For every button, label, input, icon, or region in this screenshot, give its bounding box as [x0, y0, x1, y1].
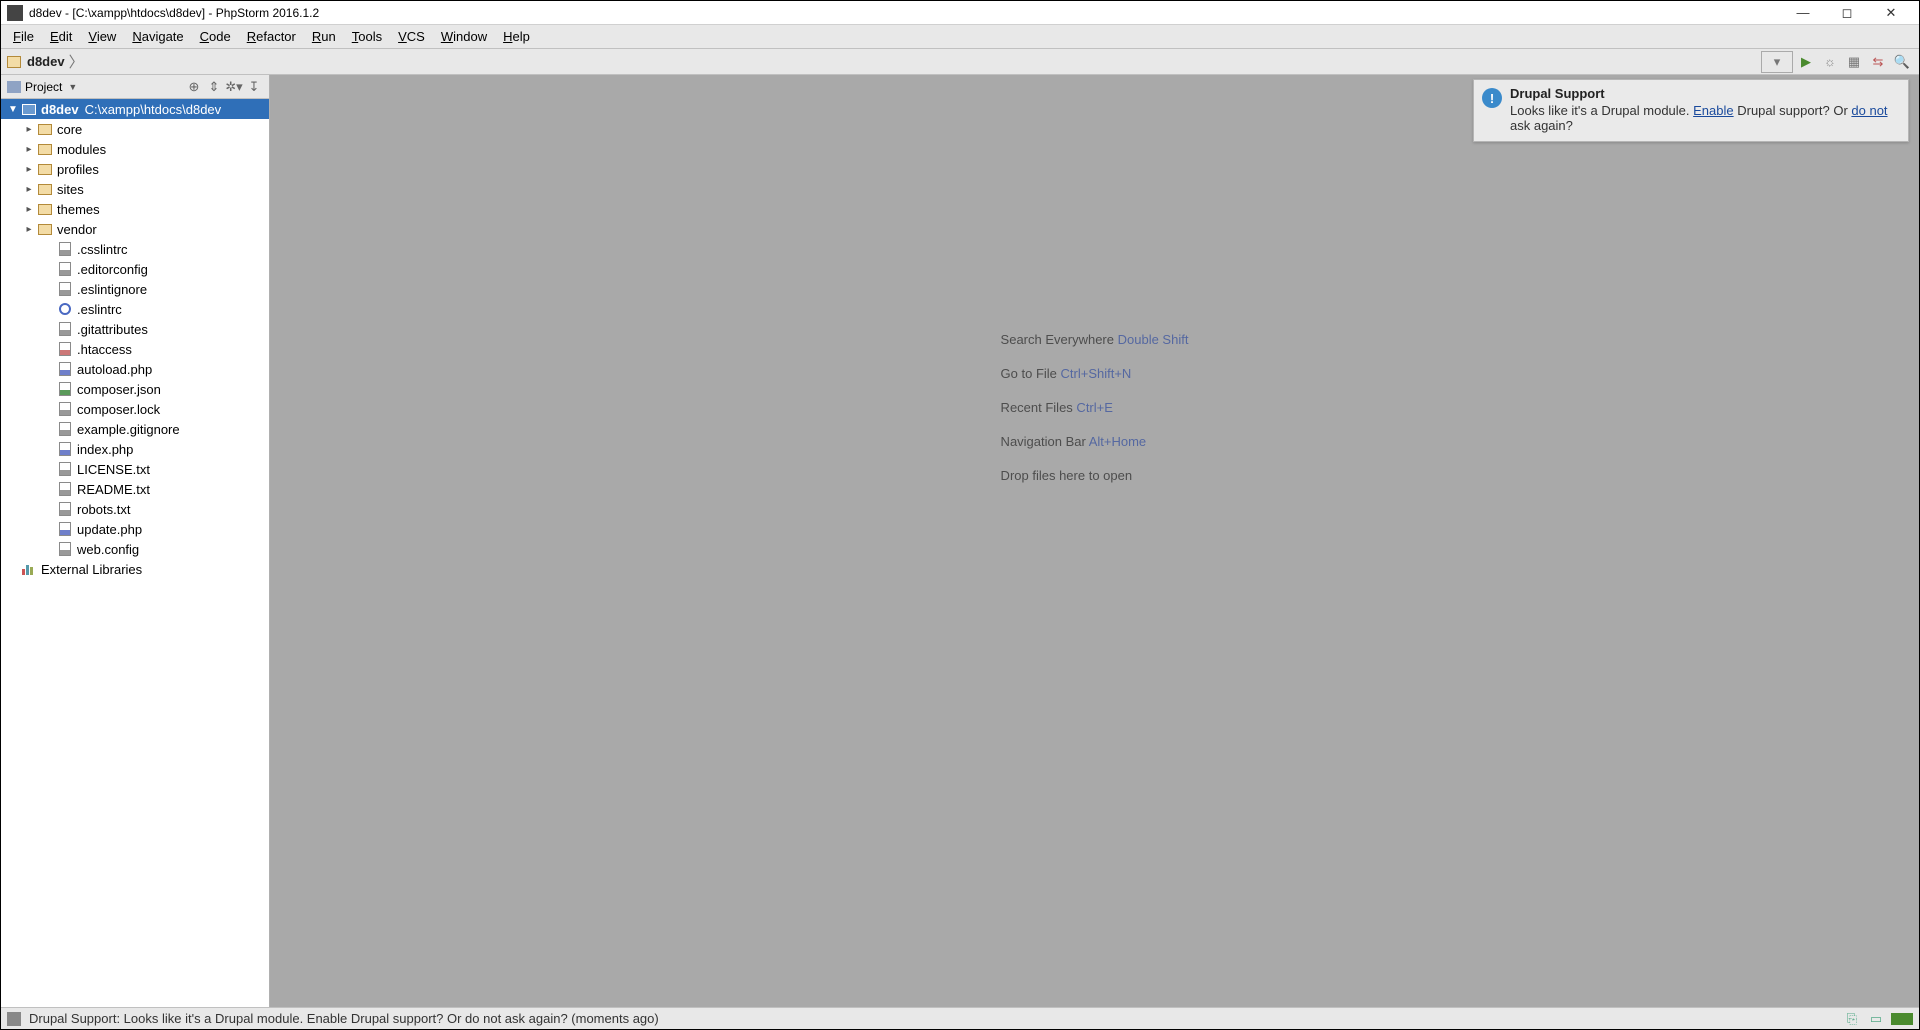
tree-file--gitattributes[interactable]: .gitattributes: [1, 319, 269, 339]
notification-text: Looks like it's a Drupal module.: [1510, 103, 1693, 118]
info-icon: !: [1482, 88, 1502, 108]
menu-code[interactable]: Code: [192, 26, 239, 47]
shortcut-row: Navigation Bar Alt+Home: [1001, 431, 1189, 451]
menu-run[interactable]: Run: [304, 26, 344, 47]
notification-text: Drupal support? Or: [1734, 103, 1852, 118]
folder-icon: [7, 56, 21, 68]
minimize-button[interactable]: —: [1781, 1, 1825, 25]
tree-file-LICENSE-txt[interactable]: LICENSE.txt: [1, 459, 269, 479]
menu-help[interactable]: Help: [495, 26, 538, 47]
tree-file-README-txt[interactable]: README.txt: [1, 479, 269, 499]
tree-file--csslintrc[interactable]: .csslintrc: [1, 239, 269, 259]
menubar: FileEditViewNavigateCodeRefactorRunTools…: [1, 25, 1919, 49]
close-button[interactable]: ✕: [1869, 1, 1913, 25]
tree-folder-modules[interactable]: ▸modules: [1, 139, 269, 159]
tree-folder-core[interactable]: ▸core: [1, 119, 269, 139]
project-view-dropdown[interactable]: ▼: [68, 82, 77, 92]
tree-file-autoload-php[interactable]: autoload.php: [1, 359, 269, 379]
donot-link[interactable]: do not: [1851, 103, 1887, 118]
statusbar-icon[interactable]: [7, 1012, 21, 1026]
notification-body: Looks like it's a Drupal module. Enable …: [1510, 103, 1898, 133]
chevron-right-icon: 〉: [69, 51, 84, 72]
settings-gear-icon[interactable]: ✲▾: [225, 78, 243, 96]
tree-file-composer-json[interactable]: composer.json: [1, 379, 269, 399]
titlebar: d8dev - [C:\xampp\htdocs\d8dev] - PhpSto…: [1, 1, 1919, 25]
window-title: d8dev - [C:\xampp\htdocs\d8dev] - PhpSto…: [29, 6, 1781, 20]
breadcrumb-root[interactable]: d8dev: [27, 54, 65, 69]
shortcut-row: Search Everywhere Double Shift: [1001, 329, 1189, 349]
statusbar: Drupal Support: Looks like it's a Drupal…: [1, 1007, 1919, 1029]
tree-folder-sites[interactable]: ▸sites: [1, 179, 269, 199]
run-button[interactable]: ▶: [1795, 51, 1817, 73]
listen-debug-button[interactable]: ⇆: [1867, 51, 1889, 73]
debug-button[interactable]: ☼: [1819, 51, 1841, 73]
event-log-button[interactable]: ⎘: [1843, 1012, 1861, 1026]
enable-link[interactable]: Enable: [1693, 103, 1733, 118]
menu-file[interactable]: File: [5, 26, 42, 47]
app-window: d8dev - [C:\xampp\htdocs\d8dev] - PhpSto…: [0, 0, 1920, 1030]
run-config-dropdown[interactable]: ▾: [1761, 51, 1793, 73]
tree-file-example-gitignore[interactable]: example.gitignore: [1, 419, 269, 439]
tree-file-index-php[interactable]: index.php: [1, 439, 269, 459]
editor-area[interactable]: ! Drupal Support Looks like it's a Drupa…: [270, 75, 1919, 1007]
drupal-support-notification: ! Drupal Support Looks like it's a Drupa…: [1473, 79, 1909, 142]
shortcut-row: Drop files here to open: [1001, 465, 1189, 485]
project-sidebar: Project ▼ ⊕ ⇕ ✲▾ ↧ ▼d8devC:\xampp\htdocs…: [1, 75, 270, 1007]
tree-file--editorconfig[interactable]: .editorconfig: [1, 259, 269, 279]
menu-edit[interactable]: Edit: [42, 26, 80, 47]
menu-view[interactable]: View: [80, 26, 124, 47]
menu-refactor[interactable]: Refactor: [239, 26, 304, 47]
notification-text: ask again?: [1510, 118, 1573, 133]
project-panel-title[interactable]: Project: [25, 80, 62, 94]
tree-file-update-php[interactable]: update.php: [1, 519, 269, 539]
inspections-widget[interactable]: [1891, 1013, 1913, 1025]
project-tree[interactable]: ▼d8devC:\xampp\htdocs\d8dev▸core▸modules…: [1, 99, 269, 1007]
navbar: d8dev 〉 ▾ ▶ ☼ ▦ ⇆ 🔍: [1, 49, 1919, 75]
hide-panel-button[interactable]: ↧: [245, 78, 263, 96]
tree-file-web-config[interactable]: web.config: [1, 539, 269, 559]
app-icon: [7, 5, 23, 21]
search-everywhere-button[interactable]: 🔍: [1891, 51, 1913, 73]
tree-file-composer-lock[interactable]: composer.lock: [1, 399, 269, 419]
menu-window[interactable]: Window: [433, 26, 495, 47]
status-message: Drupal Support: Looks like it's a Drupal…: [29, 1011, 659, 1026]
tree-file--eslintrc[interactable]: .eslintrc: [1, 299, 269, 319]
project-panel-header: Project ▼ ⊕ ⇕ ✲▾ ↧: [1, 75, 269, 99]
shortcut-row: Go to File Ctrl+Shift+N: [1001, 363, 1189, 383]
tree-file-robots-txt[interactable]: robots.txt: [1, 499, 269, 519]
tree-folder-profiles[interactable]: ▸profiles: [1, 159, 269, 179]
main-body: Project ▼ ⊕ ⇕ ✲▾ ↧ ▼d8devC:\xampp\htdocs…: [1, 75, 1919, 1007]
menu-navigate[interactable]: Navigate: [124, 26, 191, 47]
tree-external-libraries[interactable]: External Libraries: [1, 559, 269, 579]
project-icon: [7, 81, 21, 93]
tree-file--eslintignore[interactable]: .eslintignore: [1, 279, 269, 299]
menu-vcs[interactable]: VCS: [390, 26, 433, 47]
scroll-from-source-button[interactable]: ⊕: [185, 78, 203, 96]
welcome-shortcuts: Search Everywhere Double Shift Go to File…: [1001, 315, 1189, 499]
menu-tools[interactable]: Tools: [344, 26, 390, 47]
tree-root[interactable]: ▼d8devC:\xampp\htdocs\d8dev: [1, 99, 269, 119]
maximize-button[interactable]: ◻: [1825, 1, 1869, 25]
tree-file--htaccess[interactable]: .htaccess: [1, 339, 269, 359]
collapse-all-button[interactable]: ⇕: [205, 78, 223, 96]
tree-folder-themes[interactable]: ▸themes: [1, 199, 269, 219]
memory-indicator[interactable]: ▭: [1867, 1012, 1885, 1026]
notification-title: Drupal Support: [1510, 86, 1898, 101]
shortcut-row: Recent Files Ctrl+E: [1001, 397, 1189, 417]
tree-folder-vendor[interactable]: ▸vendor: [1, 219, 269, 239]
coverage-button[interactable]: ▦: [1843, 51, 1865, 73]
